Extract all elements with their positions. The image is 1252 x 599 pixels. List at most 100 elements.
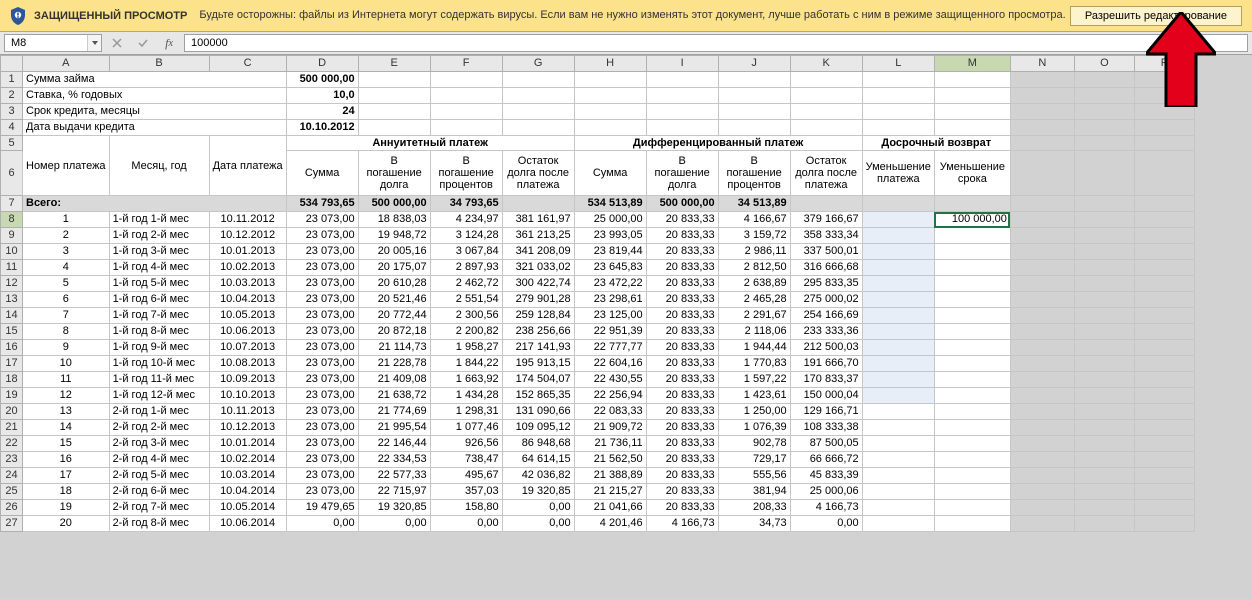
cell-H[interactable]: 23 819,44 [574,244,646,260]
column-header-G[interactable]: G [502,56,574,72]
cell-num[interactable]: 19 [23,500,110,516]
cell-I[interactable]: 20 833,33 [646,308,718,324]
cell[interactable] [1134,120,1194,136]
cell-D[interactable]: 23 073,00 [286,340,358,356]
cell[interactable] [1074,308,1134,324]
cell-date[interactable]: 10.12.2012 [209,228,286,244]
cell-D[interactable]: 23 073,00 [286,404,358,420]
cell-M[interactable] [934,324,1010,340]
cell-num[interactable]: 20 [23,516,110,532]
cell-K[interactable]: 275 000,02 [790,292,862,308]
subheader-F[interactable]: В погашение процентов [430,151,502,196]
cell[interactable] [718,88,790,104]
cell-num[interactable]: 9 [23,340,110,356]
cell-F[interactable]: 495,67 [430,468,502,484]
cell[interactable] [1134,260,1194,276]
cell[interactable] [934,196,1010,212]
cell-num[interactable]: 8 [23,324,110,340]
cell-D[interactable]: 23 073,00 [286,356,358,372]
cell[interactable] [1074,260,1134,276]
cell[interactable] [1134,500,1194,516]
cell-D[interactable]: 23 073,00 [286,372,358,388]
cell-L[interactable] [862,308,934,324]
cell[interactable] [1010,260,1074,276]
cell-E[interactable]: 20 610,28 [358,276,430,292]
column-header-K[interactable]: K [790,56,862,72]
subheader-M[interactable]: Уменьшение срока [934,151,1010,196]
cell-date[interactable]: 10.09.2013 [209,372,286,388]
cell-date[interactable]: 10.03.2014 [209,468,286,484]
cell-F[interactable]: 158,80 [430,500,502,516]
cell-F[interactable]: 2 200,82 [430,324,502,340]
cell-E[interactable]: 21 409,08 [358,372,430,388]
cell-I[interactable]: 20 833,33 [646,388,718,404]
cell-date[interactable]: 10.11.2013 [209,404,286,420]
section-early[interactable]: Досрочный возврат [862,136,1010,151]
cell[interactable] [1074,372,1134,388]
cell-date[interactable]: 10.11.2012 [209,212,286,228]
cell-E[interactable]: 20 872,18 [358,324,430,340]
cell-M[interactable] [934,292,1010,308]
cell-H[interactable]: 23 993,05 [574,228,646,244]
row-header-3[interactable]: 3 [1,104,23,120]
cell-E[interactable]: 0,00 [358,516,430,532]
cell-F[interactable]: 2 897,93 [430,260,502,276]
cell-I[interactable]: 20 833,33 [646,292,718,308]
row-header-22[interactable]: 22 [1,436,23,452]
cell[interactable] [430,88,502,104]
cell-K[interactable]: 254 166,69 [790,308,862,324]
cell-J[interactable]: 2 118,06 [718,324,790,340]
cell[interactable] [934,104,1010,120]
cell-month[interactable]: 1-й год 8-й мес [109,324,209,340]
cell-H[interactable]: 21 388,89 [574,468,646,484]
cell-K[interactable]: 150 000,04 [790,388,862,404]
cell-month[interactable]: 1-й год 6-й мес [109,292,209,308]
cell-I[interactable]: 20 833,33 [646,420,718,436]
cell-date[interactable]: 10.06.2013 [209,324,286,340]
cell[interactable] [862,72,934,88]
row-header-24[interactable]: 24 [1,468,23,484]
cell-F[interactable]: 2 551,54 [430,292,502,308]
cell[interactable] [1134,468,1194,484]
row-header-19[interactable]: 19 [1,388,23,404]
cell-M[interactable] [934,244,1010,260]
cell[interactable] [1010,244,1074,260]
cell-H[interactable]: 21 041,66 [574,500,646,516]
column-header-M[interactable]: M [934,56,1010,72]
cell-M[interactable] [934,372,1010,388]
cell-date[interactable]: 10.07.2013 [209,340,286,356]
cell-M[interactable] [934,404,1010,420]
cell[interactable] [1074,276,1134,292]
cell[interactable] [1134,404,1194,420]
cell-D[interactable]: 23 073,00 [286,228,358,244]
cell-L[interactable] [862,484,934,500]
cell[interactable] [1010,120,1074,136]
cell-month[interactable]: 1-й год 1-й мес [109,212,209,228]
cell-G[interactable]: 195 913,15 [502,356,574,372]
cell-L[interactable] [862,388,934,404]
cell[interactable] [1074,244,1134,260]
cell-K[interactable]: 25 000,06 [790,484,862,500]
cell-num[interactable]: 1 [23,212,110,228]
cell-month[interactable]: 2-й год 4-й мес [109,452,209,468]
cell-F[interactable]: 1 844,22 [430,356,502,372]
cell-J[interactable]: 4 166,67 [718,212,790,228]
cell-D[interactable]: 23 073,00 [286,388,358,404]
column-header-F[interactable]: F [430,56,502,72]
total-H[interactable]: 534 513,89 [574,196,646,212]
cell-M[interactable] [934,228,1010,244]
cell[interactable] [862,196,934,212]
column-header-O[interactable]: O [1074,56,1134,72]
cell[interactable] [1010,276,1074,292]
cell[interactable] [1010,436,1074,452]
cell-I[interactable]: 20 833,33 [646,324,718,340]
total-F[interactable]: 34 793,65 [430,196,502,212]
cell-M[interactable] [934,308,1010,324]
cell-H[interactable]: 22 083,33 [574,404,646,420]
cell-H[interactable]: 23 645,83 [574,260,646,276]
cell-G[interactable]: 381 161,97 [502,212,574,228]
cell-J[interactable]: 2 986,11 [718,244,790,260]
subheader-D[interactable]: Сумма [286,151,358,196]
row-header-2[interactable]: 2 [1,88,23,104]
cell-M[interactable] [934,276,1010,292]
